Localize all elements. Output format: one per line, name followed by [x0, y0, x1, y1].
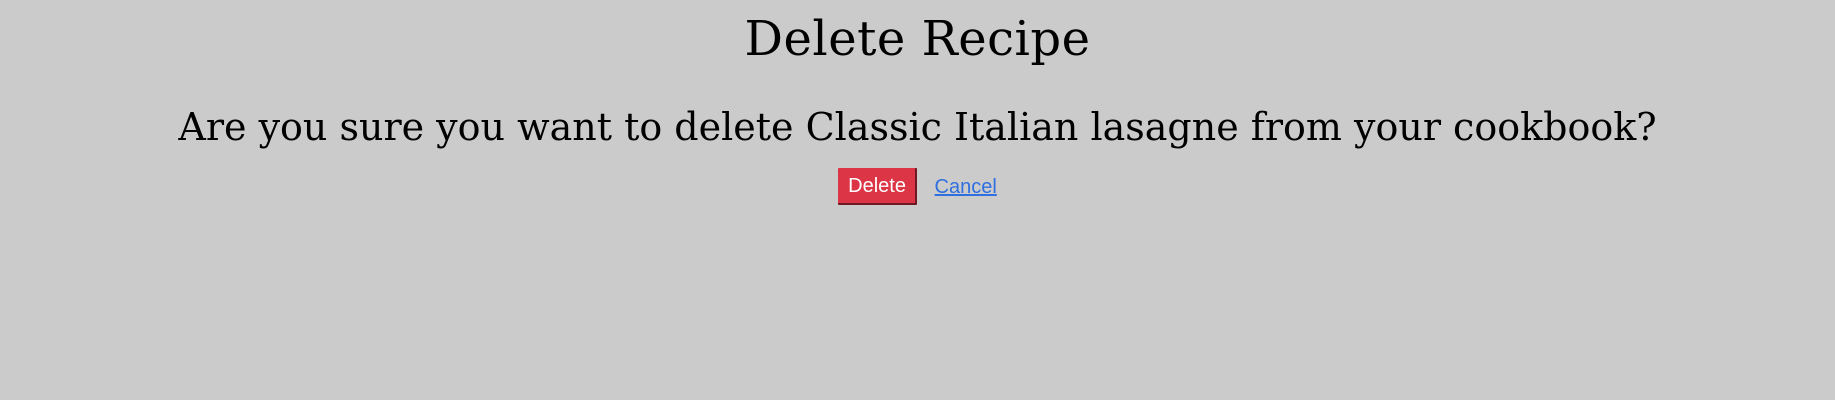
action-row: Delete Cancel — [0, 168, 1835, 205]
confirmation-message: Are you sure you want to delete Classic … — [178, 105, 1657, 149]
delete-button[interactable]: Delete — [838, 168, 917, 205]
page-title: Delete Recipe — [744, 11, 1091, 67]
cancel-link[interactable]: Cancel — [935, 175, 997, 199]
